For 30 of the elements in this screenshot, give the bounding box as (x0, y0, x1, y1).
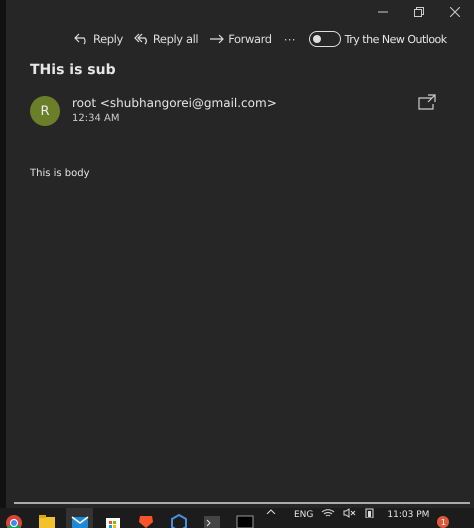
battery-icon[interactable] (365, 508, 376, 518)
mail-icon (70, 514, 88, 528)
message-time: 12:34 AM (72, 113, 120, 124)
toggle-switch[interactable] (308, 31, 341, 47)
chevron-up-icon[interactable] (266, 508, 276, 514)
right-arrow-icon (209, 33, 226, 45)
reply-all-button[interactable]: Reply all (130, 32, 202, 46)
reply-button[interactable]: Reply (70, 32, 127, 46)
chrome-icon (4, 514, 22, 528)
close-icon[interactable] (450, 7, 460, 17)
pop-out-icon[interactable] (418, 94, 436, 110)
language-indicator[interactable]: ENG (294, 508, 314, 520)
more-button[interactable]: ··· (278, 32, 301, 46)
message-subject: THis is sub (29, 61, 117, 80)
toggle-label: Try the New Outlook (344, 32, 447, 46)
forward-button[interactable]: Forward (205, 32, 276, 46)
mail-taskbar-button[interactable] (66, 508, 93, 528)
notification-badge[interactable]: 1 (437, 516, 450, 528)
wifi-icon[interactable] (321, 508, 336, 518)
clock[interactable]: 11:03 PM (387, 508, 430, 520)
sender-address: root <shubhangorei@gmail.com> (72, 96, 277, 110)
sender-avatar: R (30, 96, 60, 126)
double-arrow-icon (134, 33, 150, 45)
terminal-icon (202, 514, 220, 528)
folder-icon (38, 514, 56, 528)
message-body: This is body (29, 167, 91, 179)
restore-icon[interactable] (414, 7, 424, 17)
scroll-bar[interactable] (14, 502, 470, 504)
console-icon (236, 514, 254, 528)
muted-speaker-icon[interactable] (343, 508, 358, 518)
